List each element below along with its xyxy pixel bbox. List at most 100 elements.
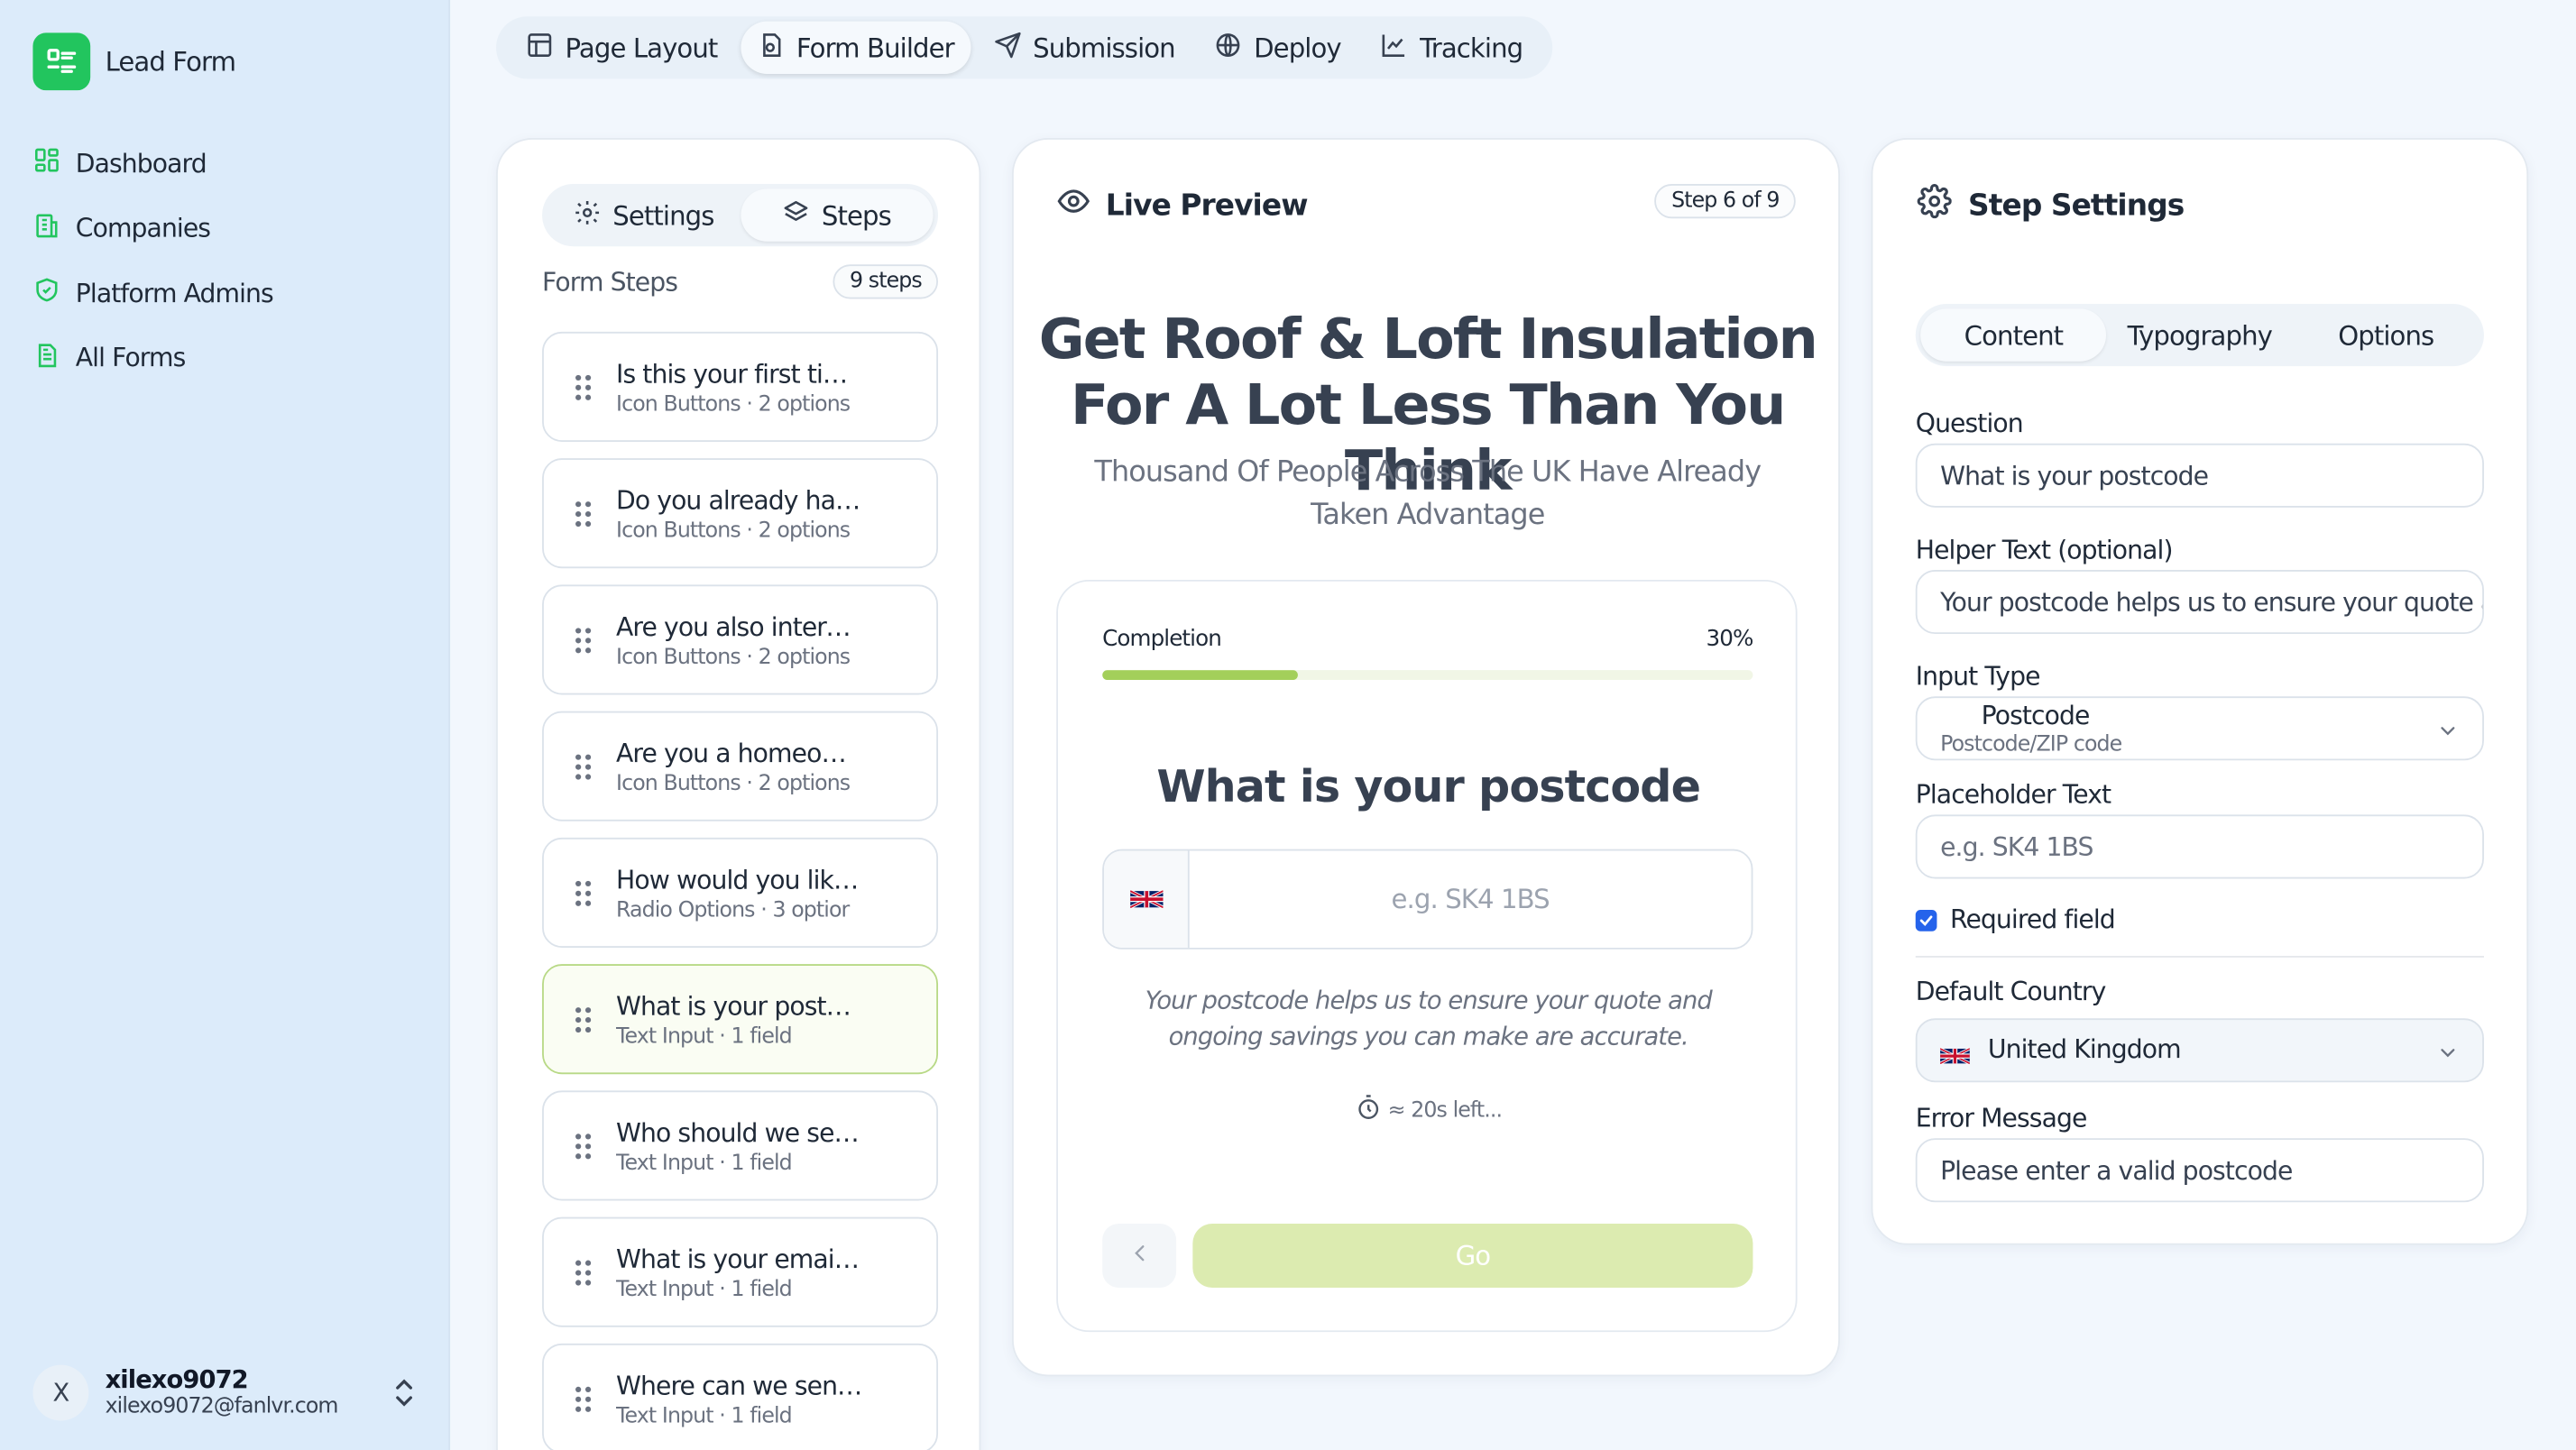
step-subtitle: Icon Buttons · 2 options [616, 645, 851, 671]
form-steps-panel: Settings Steps Form Steps 9 steps Is thi… [496, 137, 981, 1450]
required-field-row[interactable]: Required field [1915, 904, 2116, 935]
drag-handle-icon[interactable] [574, 1258, 593, 1288]
sidebar-item-companies[interactable]: Companies [32, 197, 427, 262]
time-left-text: ≈ 20s left... [1387, 1097, 1503, 1123]
postcode-input[interactable]: e.g. SK4 1BS [1102, 849, 1753, 950]
required-field-label: Required field [1950, 904, 2116, 935]
chevron-down-icon [2436, 717, 2459, 739]
form-step-card: Completion 30% What is your postcode e.g… [1056, 579, 1798, 1333]
tab-submission[interactable]: Submission [977, 22, 1191, 74]
sidebar-item-all-forms[interactable]: All Forms [32, 326, 427, 391]
question-field[interactable]: What is your postcode [1915, 443, 2484, 508]
layers-icon [782, 197, 810, 232]
sidebar-item-label: All Forms [75, 344, 187, 373]
step-card[interactable]: What is your email … Text Input · 1 field [542, 1216, 939, 1327]
live-preview-header: Live Preview [1056, 184, 1309, 226]
tab-page-layout[interactable]: Page Layout [510, 22, 734, 74]
step-settings-panel: Step Settings Content Typography Options… [1871, 137, 2529, 1245]
tab-options[interactable]: Options [2293, 308, 2479, 361]
tab-label: Tracking [1420, 32, 1523, 64]
back-button[interactable] [1102, 1223, 1177, 1288]
toggle-settings[interactable]: Settings [547, 188, 741, 241]
input-type-select[interactable]: Postcode Postcode/ZIP code [1915, 696, 2484, 761]
uk-flag-icon [1939, 1042, 1971, 1073]
drag-handle-icon[interactable] [574, 1005, 593, 1035]
step-subtitle: Text Input · 1 field [616, 1278, 793, 1303]
step-question: What is your postcode [1156, 762, 1701, 813]
step-subtitle: Icon Buttons · 2 options [616, 519, 851, 544]
live-preview-panel: Live Preview Step 6 of 9 Get Roof & Loft… [1011, 137, 1840, 1377]
document-icon [32, 341, 60, 375]
postcode-placeholder[interactable]: e.g. SK4 1BS [1190, 850, 1752, 947]
step-subtitle: Radio Options · 3 optior [616, 898, 850, 923]
brand[interactable]: Lead Form [32, 32, 236, 91]
drag-handle-icon[interactable] [574, 626, 593, 656]
layout-icon [526, 31, 554, 65]
placeholder-text-field[interactable]: e.g. SK4 1BS [1915, 814, 2484, 879]
step-title: Are you also intere… [616, 612, 863, 643]
default-country-value: United Kingdom [1987, 1034, 2182, 1065]
globe-icon [1214, 31, 1242, 65]
step-title: Is this your first tim… [616, 359, 863, 390]
completion-label: Completion [1102, 625, 1222, 653]
step-card[interactable]: How would you lik… Radio Options · 3 opti… [542, 837, 939, 948]
user-menu[interactable]: X xilexo9072 xilexo9072@fanlvr.com [32, 1365, 417, 1421]
tab-label: Page Layout [565, 32, 719, 64]
divider [1915, 956, 2484, 958]
step-card[interactable]: Do you already ha… Icon Buttons · 2 optio… [542, 458, 939, 569]
step-card[interactable]: Where can we sen… Text Input · 1 field [542, 1343, 939, 1450]
step-settings-header: Step Settings [1917, 184, 2185, 226]
drag-handle-icon[interactable] [574, 500, 593, 529]
step-title: Do you already ha… [616, 486, 860, 516]
step-title: What is your postc… [616, 992, 863, 1022]
chart-line-icon [1380, 31, 1408, 65]
error-message-field[interactable]: Please enter a valid postcode [1915, 1138, 2484, 1203]
step-card[interactable]: Are you a homeow… Icon Buttons · 2 option… [542, 711, 939, 821]
form-steps-title: Form Steps [542, 266, 678, 297]
step-card[interactable]: Are you also intere… Icon Buttons · 2 opt… [542, 584, 939, 695]
drag-handle-icon[interactable] [574, 1132, 593, 1161]
tab-tracking[interactable]: Tracking [1364, 22, 1539, 74]
step-settings-title: Step Settings [1968, 188, 2185, 223]
helper-text-label: Helper Text (optional) [1915, 535, 2174, 565]
sidebar-item-dashboard[interactable]: Dashboard [32, 132, 427, 197]
input-type-value: Postcode [1981, 701, 2091, 731]
drag-handle-icon[interactable] [574, 1384, 593, 1414]
input-type-description: Postcode/ZIP code [1940, 732, 2122, 757]
step-card[interactable]: Is this your first tim… Icon Buttons · 2 … [542, 331, 939, 442]
chevron-up-down-icon[interactable] [391, 1375, 417, 1411]
required-checkbox[interactable] [1915, 909, 1937, 931]
toggle-label: Settings [612, 199, 714, 231]
tab-content[interactable]: Content [1920, 308, 2107, 362]
step-card[interactable]: What is your postc… Text Input · 1 field [542, 964, 939, 1075]
step-title: What is your email … [616, 1244, 863, 1275]
tab-typography[interactable]: Typography [2107, 308, 2293, 361]
completion-percent: 30% [1706, 625, 1753, 653]
default-country-label: Default Country [1915, 977, 2107, 1007]
step-title: Who should we se… [616, 1118, 860, 1149]
default-country-select[interactable]: United Kingdom [1915, 1018, 2484, 1083]
helper-text-field[interactable]: Your postcode helps us to ensure your qu… [1915, 570, 2484, 635]
user-name: xilexo9072 [105, 1363, 249, 1394]
sidebar-item-platform-admins[interactable]: Platform Admins [32, 262, 427, 326]
drag-handle-icon[interactable] [574, 372, 593, 402]
tab-form-builder[interactable]: Form Builder [740, 21, 971, 74]
toggle-steps[interactable]: Steps [740, 188, 934, 242]
file-edit-icon [757, 31, 785, 65]
settings-tabs: Content Typography Options [1915, 303, 2484, 367]
gear-icon [1917, 184, 1952, 226]
dashboard-icon [32, 147, 60, 181]
step-title: Where can we sen… [616, 1371, 862, 1401]
input-type-label: Input Type [1915, 662, 2041, 692]
stopwatch-icon [1355, 1094, 1381, 1126]
form-subheadline: Thousand Of People Across The UK Have Al… [1094, 456, 1762, 533]
tab-deploy[interactable]: Deploy [1198, 22, 1357, 74]
send-icon [993, 31, 1021, 65]
drag-handle-icon[interactable] [574, 752, 593, 782]
uk-flag-icon [1103, 850, 1190, 948]
drag-handle-icon[interactable] [574, 878, 593, 908]
step-subtitle: Text Input · 1 field [616, 1024, 793, 1050]
step-card[interactable]: Who should we se… Text Input · 1 field [542, 1090, 939, 1201]
go-button[interactable]: Go [1192, 1223, 1753, 1288]
sidebar-item-label: Companies [75, 214, 211, 244]
